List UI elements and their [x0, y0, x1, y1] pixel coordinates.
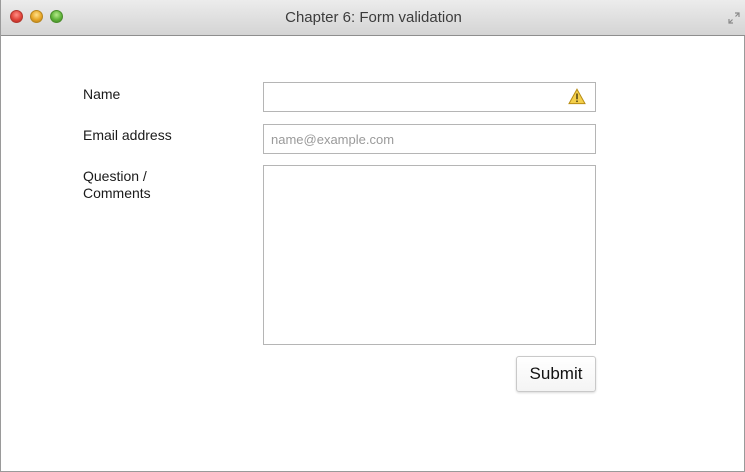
comments-textarea[interactable] — [263, 165, 596, 345]
browser-window: Chapter 6: Form validation Name Email ad… — [0, 0, 745, 472]
fullscreen-icon[interactable] — [728, 11, 740, 24]
name-input[interactable] — [263, 82, 596, 112]
title-bar: Chapter 6: Form validation — [1, 0, 745, 36]
comments-label: Question / Comments — [83, 168, 151, 201]
email-label: Email address — [83, 127, 172, 143]
email-input[interactable] — [263, 124, 596, 154]
window-title: Chapter 6: Form validation — [285, 9, 462, 26]
warning-icon — [568, 88, 586, 105]
name-label: Name — [83, 86, 121, 102]
submit-button[interactable]: Submit — [516, 356, 596, 392]
